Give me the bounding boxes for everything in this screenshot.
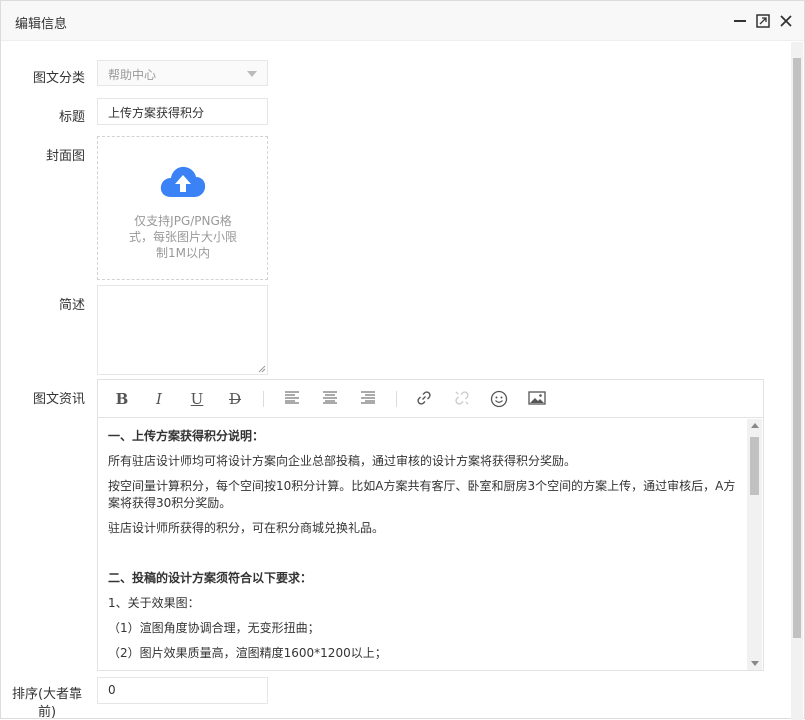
sort-label-line: 排序(大者靠 [11,687,83,702]
summary-textarea[interactable] [97,285,268,375]
bold-icon[interactable]: B [112,390,132,408]
editor-paragraph: 1、关于效果图： [108,596,200,610]
rich-text-editor: B I U D 一、上传方案获得积分说明： 所有驻店设计师均可将设计方案向企业总… [97,379,764,671]
cover-upload-hint: 仅支持JPG/PNG格 式，每张图片大小限 制1M以内 [122,213,244,261]
category-label: 图文分类 [32,71,85,86]
edit-info-dialog: 编辑信息 图文分类 帮助中心 标题 上传方案获得积分 封面图 仅支持JPG/PN… [0,0,805,720]
image-icon[interactable] [527,390,547,408]
align-right-icon[interactable] [358,390,378,408]
dialog-body: 图文分类 帮助中心 标题 上传方案获得积分 封面图 仅支持JPG/PNG格 式，… [1,42,792,720]
emoji-icon[interactable] [489,390,509,408]
editor-scrollbar[interactable] [747,419,762,670]
italic-icon[interactable]: I [149,390,169,408]
close-icon[interactable] [778,13,794,29]
dialog-scrollbar[interactable] [791,42,803,720]
editor-paragraph: （1）渲图角度协调合理，无变形扭曲； [108,621,320,635]
editor-paragraph [108,545,737,562]
scroll-up-icon[interactable] [751,423,759,428]
title-label: 标题 [58,110,85,125]
editor-content[interactable]: 一、上传方案获得积分说明： 所有驻店设计师均可将设计方案向企业总部投稿，通过审核的… [98,419,747,670]
category-select-value: 帮助中心 [108,68,157,82]
title-input[interactable]: 上传方案获得积分 [97,98,268,125]
editor-paragraph: 驻店设计师所获得的积分，可在积分商城兑换礼品。 [108,521,385,535]
cover-upload-area[interactable]: 仅支持JPG/PNG格 式，每张图片大小限 制1M以内 [97,136,268,280]
editor-paragraph: 所有驻店设计师均可将设计方案向企业总部投稿，通过审核的设计方案将获得积分奖励。 [108,454,577,468]
summary-label: 简述 [58,298,85,313]
align-center-icon[interactable] [320,390,340,408]
sort-input[interactable]: 0 [97,677,268,704]
toolbar-divider [396,391,397,407]
editor-scroll-thumb[interactable] [750,437,759,495]
resize-grip-icon[interactable] [258,365,266,373]
toolbar-divider [263,391,264,407]
dialog-titlebar: 编辑信息 [1,1,804,41]
scroll-down-icon[interactable] [751,661,759,666]
dialog-title: 编辑信息 [15,17,68,32]
align-left-icon[interactable] [282,390,302,408]
hint-line: 式，每张图片大小限 [128,230,237,244]
editor-paragraph: 一、上传方案获得积分说明： [108,429,265,443]
minimize-icon[interactable] [732,13,748,29]
strikethrough-icon[interactable]: D [225,390,245,408]
maximize-icon[interactable] [755,13,771,29]
link-icon[interactable] [414,390,434,408]
editor-paragraph: （2）图片效果质量高，渲图精度1600*1200以上； [108,646,387,660]
cloud-upload-icon [159,165,207,202]
editor-paragraph: 二、投稿的设计方案须符合以下要求： [108,571,313,585]
cover-label: 封面图 [45,149,85,164]
sort-label: 排序(大者靠 前) [7,686,87,720]
sort-label-line: 前) [37,705,57,720]
hint-line: 仅支持JPG/PNG格 [134,214,232,228]
editor-toolbar: B I U D [98,380,763,418]
chevron-down-icon [247,71,257,77]
underline-icon[interactable]: U [187,390,207,408]
dialog-scroll-thumb[interactable] [793,58,801,638]
content-label: 图文资讯 [32,392,85,407]
category-select[interactable]: 帮助中心 [97,60,268,86]
hint-line: 制1M以内 [156,246,210,260]
unlink-icon[interactable] [452,390,472,408]
editor-paragraph: 按空间量计算积分，每个空间按10积分计算。比如A方案共有客厅、卧室和厨房3个空间… [108,479,736,510]
